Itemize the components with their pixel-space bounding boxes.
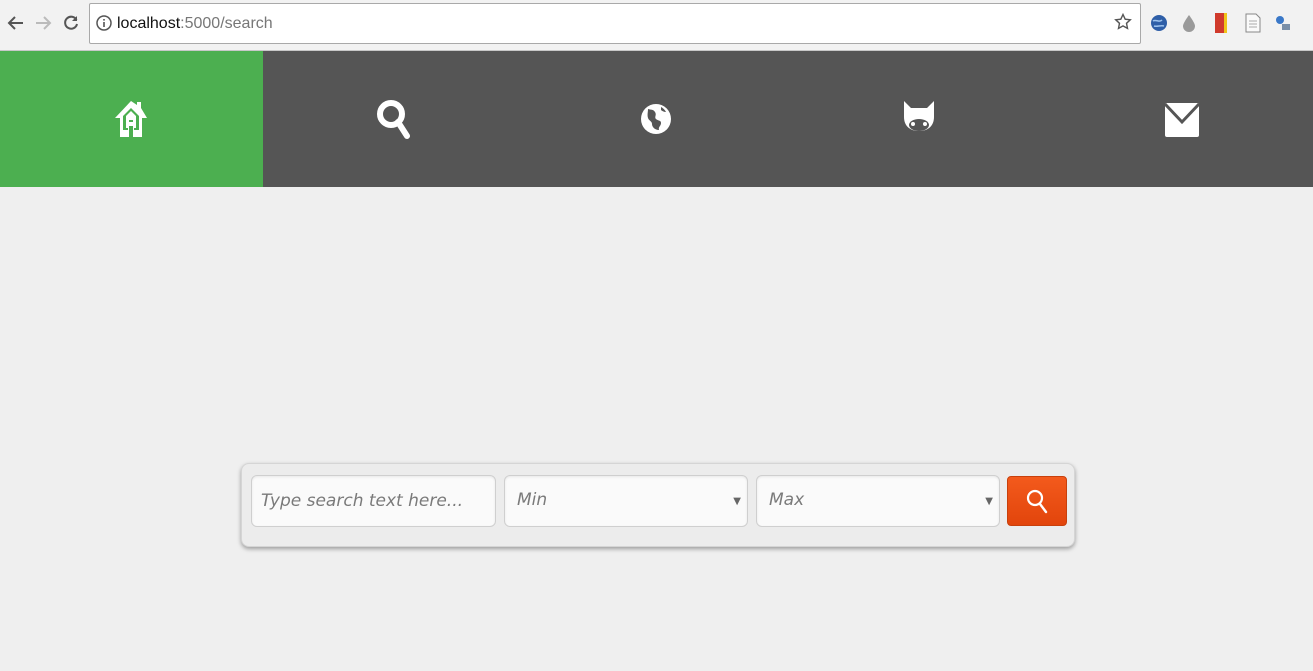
main-navigation [0,51,1313,187]
max-select-value: Max [769,490,805,510]
drop-extension-icon[interactable] [1178,11,1200,35]
forward-arrow-icon [36,16,52,30]
envelope-icon [1163,102,1200,137]
bookmark-star-icon[interactable] [1114,12,1132,35]
home-icon [115,101,148,137]
nav-item-github[interactable] [788,51,1051,187]
browser-toolbar: localhost:5000/search [0,0,1313,51]
search-icon [1026,489,1048,514]
url-host: localhost [117,15,181,32]
nav-item-home[interactable] [0,51,263,187]
chevron-down-icon: ▼ [733,496,741,507]
nav-item-contact[interactable] [1050,51,1313,187]
nav-item-search[interactable] [263,51,526,187]
search-panel: Min ▼ Max ▼ [241,463,1075,547]
back-button[interactable] [5,10,27,36]
search-icon [376,100,410,139]
reload-icon [64,15,78,30]
address-bar[interactable]: localhost:5000/search [89,3,1141,44]
reload-button[interactable] [60,10,82,36]
max-select[interactable]: Max ▼ [756,475,1000,527]
min-select-value: Min [517,490,548,510]
document-extension-icon[interactable] [1242,11,1264,35]
forward-button[interactable] [32,10,54,36]
bookmark-extension-icon[interactable] [1210,11,1232,35]
search-text-field[interactable] [251,475,496,527]
back-arrow-icon [7,16,23,30]
url-text: localhost:5000/search [117,15,273,33]
min-select[interactable]: Min ▼ [504,475,748,527]
globe-icon [641,104,672,134]
github-icon [904,101,935,131]
globe-extension-icon[interactable] [1148,11,1170,35]
nav-item-globe[interactable] [525,51,788,187]
url-path: :5000/search [180,15,273,32]
chevron-down-icon: ▼ [985,496,993,507]
site-info-icon[interactable] [96,15,112,35]
search-submit-button[interactable] [1007,476,1067,526]
connection-extension-icon[interactable] [1272,11,1294,35]
search-input[interactable] [252,476,495,526]
